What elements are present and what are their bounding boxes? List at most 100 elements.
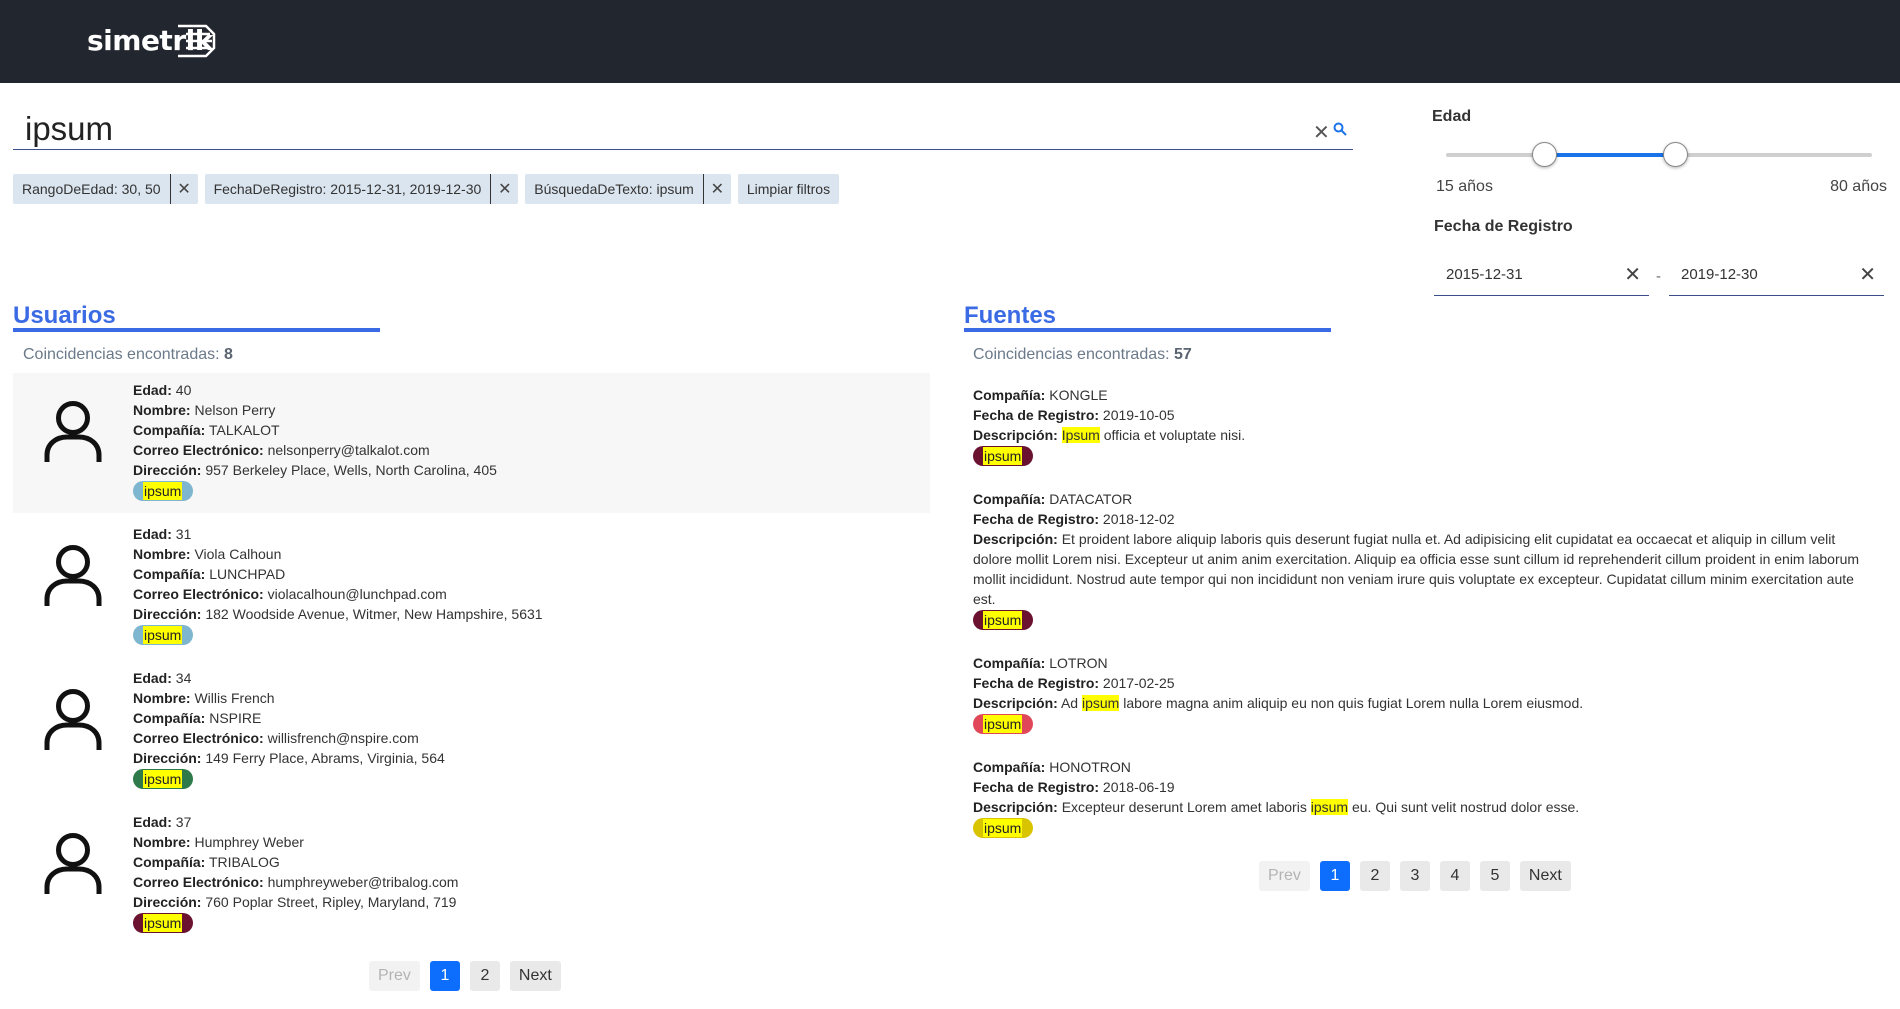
remove-chip-icon[interactable]: ✕	[491, 179, 518, 199]
user-email-value: humphreyweber@tribalog.com	[267, 874, 459, 890]
filter-chip-text: BúsquedaDeTexto: ipsum ✕	[525, 174, 731, 204]
users-next-button[interactable]: Next	[509, 961, 561, 991]
sources-section-title: Fuentes	[964, 302, 1057, 329]
search-highlight: ipsum	[1310, 799, 1349, 815]
user-age-value: 37	[175, 814, 192, 830]
users-count-value: 8	[224, 346, 233, 363]
search-highlight: Ipsum	[1061, 427, 1100, 443]
user-card[interactable]: Edad: 31 Nombre: Viola Calhoun Compañía: L…	[13, 517, 930, 657]
user-name-label: Nombre:	[133, 402, 191, 418]
source-company-value: LOTRON	[1049, 655, 1108, 671]
user-company-value: NSPIRE	[209, 710, 262, 726]
user-company: Compañía: NSPIRE	[133, 708, 445, 728]
user-tag-text: ipsum	[143, 914, 183, 932]
users-page-2[interactable]: 2	[469, 961, 500, 991]
user-tag: ipsum	[133, 913, 193, 933]
clear-date-to-icon[interactable]: ✕	[1859, 262, 1876, 287]
user-company: Compañía: LUNCHPAD	[133, 564, 543, 584]
source-card[interactable]: Compañía: DATACATOR Fecha de Registro: 20…	[973, 489, 1873, 635]
clear-date-from-icon[interactable]: ✕	[1624, 262, 1641, 287]
user-company-value: LUNCHPAD	[209, 566, 286, 582]
sources-prev-button[interactable]: Prev	[1259, 861, 1310, 891]
users-pagination: Prev 1 2 Next	[369, 961, 561, 991]
sources-pagination: Prev 1 2 3 4 5 Next	[1259, 861, 1571, 891]
search-icon[interactable]	[1333, 122, 1347, 136]
source-date-label: Fecha de Registro:	[973, 675, 1100, 691]
users-prev-button[interactable]: Prev	[369, 961, 420, 991]
date-to-field[interactable]: 2019-12-30 ✕	[1669, 254, 1884, 296]
user-email-label: Correo Electrónico:	[133, 442, 264, 458]
user-tag-text: ipsum	[143, 482, 183, 500]
source-company-label: Compañía:	[973, 491, 1046, 507]
user-age: Edad: 40	[133, 380, 497, 400]
user-age-value: 40	[175, 382, 192, 398]
users-title-underline	[13, 328, 380, 332]
top-bar: simetrik	[0, 0, 1900, 83]
source-card[interactable]: Compañía: KONGLE Fecha de Registro: 2019-…	[973, 385, 1873, 471]
user-email-label: Correo Electrónico:	[133, 586, 264, 602]
sources-page-4[interactable]: 4	[1439, 861, 1470, 891]
sources-page-2[interactable]: 2	[1359, 861, 1390, 891]
user-email: Correo Electrónico: willisfrench@nspire.…	[133, 728, 445, 748]
users-page-1[interactable]: 1	[429, 961, 460, 991]
age-filter-title: Edad	[1432, 108, 1472, 125]
clear-filters-button[interactable]: Limpiar filtros	[737, 174, 840, 204]
source-company: Compañía: HONOTRON	[973, 757, 1873, 777]
user-email: Correo Electrónico: violacalhoun@lunchpa…	[133, 584, 543, 604]
clear-filters-label: Limpiar filtros	[746, 181, 831, 197]
source-tag: ipsum	[973, 818, 1033, 838]
source-company: Compañía: LOTRON	[973, 653, 1873, 673]
source-date-value: 2018-12-02	[1102, 511, 1175, 527]
sources-next-button[interactable]: Next	[1519, 861, 1571, 891]
source-tag: ipsum	[973, 714, 1033, 734]
user-address-value: 957 Berkeley Place, Wells, North Carolin…	[205, 462, 497, 478]
user-email-value: nelsonperry@talkalot.com	[267, 442, 430, 458]
date-from-value: 2015-12-31	[1446, 266, 1523, 283]
source-date: Fecha de Registro: 2018-12-02	[973, 509, 1873, 529]
user-company-label: Compañía:	[133, 854, 206, 870]
user-name-label: Nombre:	[133, 834, 191, 850]
source-description: Descripción: Et proident labore aliquip …	[973, 529, 1873, 609]
age-range-slider[interactable]	[1446, 142, 1872, 167]
user-avatar-icon	[43, 687, 103, 758]
search-input[interactable]	[25, 110, 1305, 148]
user-address-label: Dirección:	[133, 894, 202, 910]
source-company: Compañía: KONGLE	[973, 385, 1873, 405]
user-avatar-icon	[43, 543, 103, 614]
user-name-value: Nelson Perry	[194, 402, 276, 418]
source-description-text: officia et voluptate nisi.	[1099, 427, 1246, 443]
user-email-label: Correo Electrónico:	[133, 730, 264, 746]
clear-search-icon[interactable]: ✕	[1313, 120, 1330, 145]
source-tag-text: ipsum	[983, 819, 1023, 837]
remove-chip-icon[interactable]: ✕	[171, 179, 198, 199]
user-name: Nombre: Willis French	[133, 688, 445, 708]
user-name-value: Willis French	[194, 690, 275, 706]
user-age-value: 31	[175, 526, 192, 542]
filter-chip-date: FechaDeRegistro: 2015-12-31, 2019-12-30 …	[204, 174, 519, 204]
source-description: Descripción: Ipsum officia et voluptate …	[973, 425, 1873, 445]
source-company-value: DATACATOR	[1049, 491, 1133, 507]
users-count: Coincidencias encontradas: 8	[23, 346, 233, 364]
user-card[interactable]: Edad: 40 Nombre: Nelson Perry Compañía: TA…	[13, 373, 930, 513]
date-from-field[interactable]: 2015-12-31 ✕	[1434, 254, 1649, 296]
user-avatar-icon	[43, 399, 103, 470]
user-info: Edad: 34 Nombre: Willis French Compañía: N…	[133, 668, 445, 794]
user-email-label: Correo Electrónico:	[133, 874, 264, 890]
source-tag-text: ipsum	[983, 715, 1023, 733]
user-address: Dirección: 149 Ferry Place, Abrams, Virg…	[133, 748, 445, 768]
source-card[interactable]: Compañía: LOTRON Fecha de Registro: 2017-…	[973, 653, 1873, 739]
sources-page-3[interactable]: 3	[1399, 861, 1430, 891]
remove-chip-icon[interactable]: ✕	[704, 179, 731, 199]
user-card[interactable]: Edad: 34 Nombre: Willis French Compañía: N…	[13, 661, 930, 801]
user-card[interactable]: Edad: 37 Nombre: Humphrey Weber Compañía: …	[13, 805, 930, 945]
age-min-handle[interactable]	[1531, 142, 1557, 167]
sources-page-1[interactable]: 1	[1319, 861, 1350, 891]
sources-page-5[interactable]: 5	[1479, 861, 1510, 891]
user-company-value: TALKALOT	[208, 422, 280, 438]
date-filter-title: Fecha de Registro	[1434, 218, 1573, 235]
user-avatar-icon	[43, 831, 103, 902]
age-max-handle[interactable]	[1662, 142, 1688, 167]
source-date-label: Fecha de Registro:	[973, 779, 1100, 795]
source-card[interactable]: Compañía: HONOTRON Fecha de Registro: 201…	[973, 757, 1873, 843]
sources-title-underline	[964, 328, 1331, 332]
